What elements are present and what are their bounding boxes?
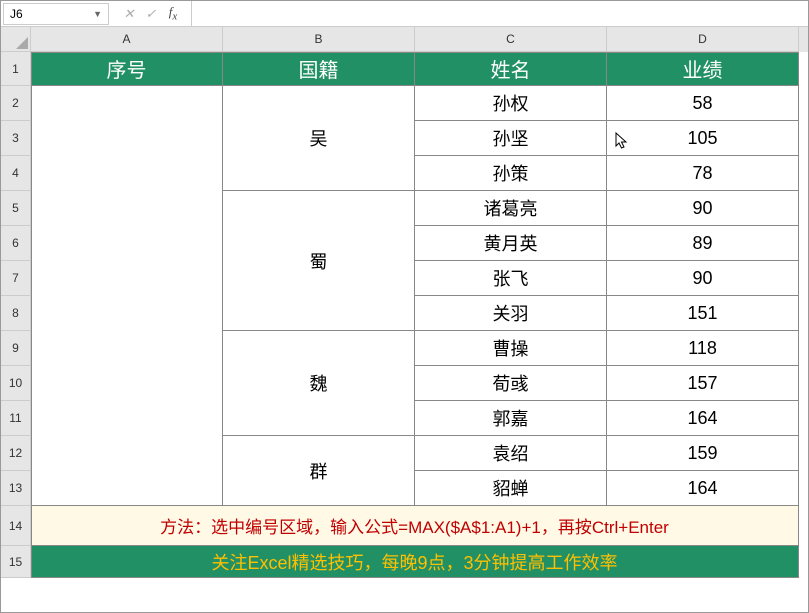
cell-C3[interactable]: 孙坚: [415, 121, 607, 156]
row-header-3[interactable]: 3: [1, 121, 31, 156]
cell-C5[interactable]: 诸葛亮: [415, 191, 607, 226]
row-header-13[interactable]: 13: [1, 471, 31, 506]
name-box[interactable]: J6 ▼: [3, 3, 109, 25]
cell-D4[interactable]: 78: [607, 156, 799, 191]
row-header-8[interactable]: 8: [1, 296, 31, 331]
cell-C11[interactable]: 郭嘉: [415, 401, 607, 436]
row-header-14[interactable]: 14: [1, 506, 31, 546]
row-header-column: 123456789101112131415: [1, 27, 31, 612]
row-header-4[interactable]: 4: [1, 156, 31, 191]
cell-C4[interactable]: 孙策: [415, 156, 607, 191]
cell-C8[interactable]: 关羽: [415, 296, 607, 331]
cell-D2[interactable]: 58: [607, 86, 799, 121]
row-header-11[interactable]: 11: [1, 401, 31, 436]
formula-bar: J6 ▼ ✕ ✓ fx: [1, 1, 808, 27]
cell-D10[interactable]: 157: [607, 366, 799, 401]
row-header-5[interactable]: 5: [1, 191, 31, 226]
cell-C9[interactable]: 曹操: [415, 331, 607, 366]
row-header-1[interactable]: 1: [1, 52, 31, 86]
col-B-蜀[interactable]: 蜀: [223, 191, 415, 331]
cell-D3[interactable]: 105: [607, 121, 799, 156]
cell-D13[interactable]: 164: [607, 471, 799, 506]
cell-D11[interactable]: 164: [607, 401, 799, 436]
cancel-icon: ✕: [119, 6, 139, 22]
note-method[interactable]: 方法：选中编号区域，输入公式=MAX($A$1:A1)+1，再按Ctrl+Ent…: [31, 506, 799, 546]
spreadsheet: 123456789101112131415 ABCD 序号国籍姓名业绩吴蜀魏群孙…: [1, 27, 808, 612]
formula-bar-icons: ✕ ✓ fx: [111, 1, 192, 26]
cell-D12[interactable]: 159: [607, 436, 799, 471]
row-header-7[interactable]: 7: [1, 261, 31, 296]
cell-C6[interactable]: 黄月英: [415, 226, 607, 261]
col-B-魏[interactable]: 魏: [223, 331, 415, 436]
header-B[interactable]: 国籍: [223, 52, 415, 86]
cell-C7[interactable]: 张飞: [415, 261, 607, 296]
chevron-down-icon[interactable]: ▼: [93, 9, 102, 19]
cell-D7[interactable]: 90: [607, 261, 799, 296]
header-A[interactable]: 序号: [31, 52, 223, 86]
column-headers: ABCD: [31, 27, 808, 52]
name-box-value: J6: [10, 7, 23, 21]
cell-C2[interactable]: 孙权: [415, 86, 607, 121]
col-header-A[interactable]: A: [31, 27, 223, 52]
cell-C13[interactable]: 貂蝉: [415, 471, 607, 506]
cell-D8[interactable]: 151: [607, 296, 799, 331]
accept-icon: ✓: [141, 6, 161, 22]
note-footer[interactable]: 关注Excel精选技巧，每晚9点，3分钟提高工作效率: [31, 546, 799, 578]
col-header-D[interactable]: D: [607, 27, 799, 52]
cell-D5[interactable]: 90: [607, 191, 799, 226]
cell-D6[interactable]: 89: [607, 226, 799, 261]
col-B-吴[interactable]: 吴: [223, 86, 415, 191]
row-header-6[interactable]: 6: [1, 226, 31, 261]
col-header-C[interactable]: C: [415, 27, 607, 52]
cell-C10[interactable]: 荀彧: [415, 366, 607, 401]
row-header-15[interactable]: 15: [1, 546, 31, 578]
select-all-corner[interactable]: [1, 27, 31, 52]
row-header-12[interactable]: 12: [1, 436, 31, 471]
fx-icon[interactable]: fx: [163, 4, 183, 23]
cell-C12[interactable]: 袁绍: [415, 436, 607, 471]
col-A-merged[interactable]: [31, 86, 223, 506]
row-header-10[interactable]: 10: [1, 366, 31, 401]
row-header-2[interactable]: 2: [1, 86, 31, 121]
formula-input[interactable]: [192, 1, 808, 26]
col-header-B[interactable]: B: [223, 27, 415, 52]
grid-area: ABCD 序号国籍姓名业绩吴蜀魏群 孙权58孙坚105孙策78诸葛亮90黄月英89…: [31, 27, 808, 612]
cell-D9[interactable]: 118: [607, 331, 799, 366]
col-B-群[interactable]: 群: [223, 436, 415, 506]
header-C[interactable]: 姓名: [415, 52, 607, 86]
row-header-9[interactable]: 9: [1, 331, 31, 366]
header-D[interactable]: 业绩: [607, 52, 799, 86]
